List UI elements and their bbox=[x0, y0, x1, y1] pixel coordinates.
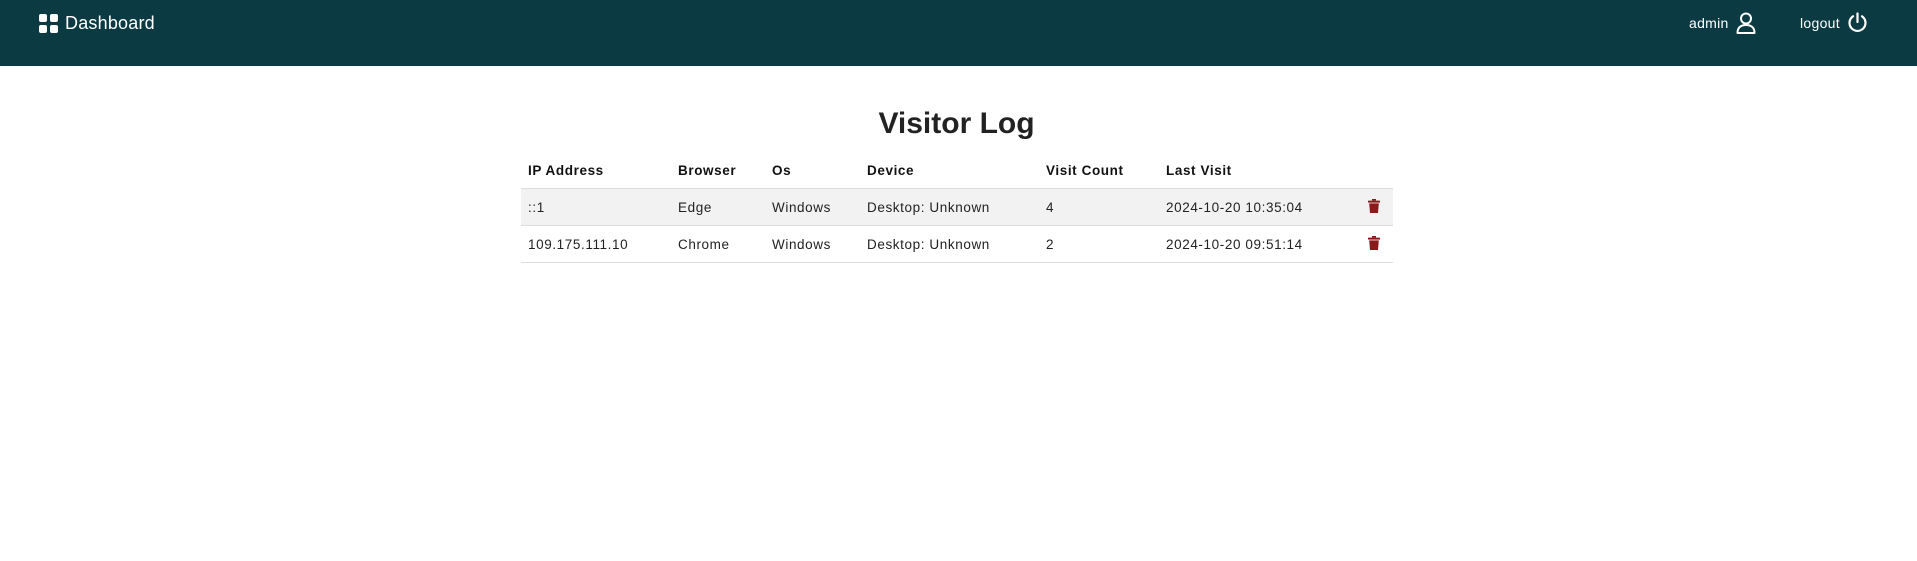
grid-icon bbox=[39, 14, 58, 33]
table-header-row: IP Address Browser Os Device Visit Count… bbox=[521, 153, 1393, 189]
dashboard-label: Dashboard bbox=[65, 13, 155, 33]
visitor-log-table: IP Address Browser Os Device Visit Count… bbox=[521, 153, 1393, 263]
logout-label: logout bbox=[1800, 14, 1840, 31]
user-menu-link[interactable]: admin bbox=[1689, 12, 1756, 34]
cell-ip-address: 109.175.111.10 bbox=[521, 225, 671, 263]
column-header-visit-count: Visit Count bbox=[1039, 153, 1159, 189]
cell-visit-count: 4 bbox=[1039, 188, 1159, 226]
cell-device: Desktop: Unknown bbox=[860, 225, 1039, 263]
cell-last-visit: 2024-10-20 09:51:14 bbox=[1159, 225, 1355, 263]
trash-icon bbox=[1368, 198, 1380, 213]
column-header-actions bbox=[1355, 153, 1393, 189]
username-label: admin bbox=[1689, 15, 1729, 31]
page-title: Visitor Log bbox=[878, 107, 1035, 140]
cell-browser: Edge bbox=[671, 188, 765, 226]
logout-link[interactable]: logout bbox=[1800, 12, 1868, 33]
cell-os: Windows bbox=[765, 188, 860, 226]
column-header-browser: Browser bbox=[671, 153, 765, 189]
cell-last-visit: 2024-10-20 10:35:04 bbox=[1159, 188, 1355, 226]
dashboard-link[interactable]: Dashboard bbox=[39, 13, 155, 34]
column-header-os: Os bbox=[765, 153, 860, 189]
cell-visit-count: 2 bbox=[1039, 225, 1159, 263]
trash-icon bbox=[1368, 235, 1380, 250]
cell-browser: Chrome bbox=[671, 225, 765, 263]
top-navbar: Dashboard admin logout bbox=[0, 0, 1917, 66]
cell-actions bbox=[1355, 225, 1393, 263]
cell-ip-address: ::1 bbox=[521, 188, 671, 226]
column-header-ip-address: IP Address bbox=[521, 153, 671, 189]
column-header-device: Device bbox=[860, 153, 1039, 189]
delete-button[interactable] bbox=[1368, 198, 1380, 216]
table-row: ::1 Edge Windows Desktop: Unknown 4 2024… bbox=[521, 188, 1393, 226]
cell-actions bbox=[1355, 188, 1393, 226]
column-header-last-visit: Last Visit bbox=[1159, 153, 1355, 189]
cell-os: Windows bbox=[765, 225, 860, 263]
power-icon bbox=[1848, 12, 1867, 33]
table-row: 109.175.111.10 Chrome Windows Desktop: U… bbox=[521, 225, 1393, 263]
delete-button[interactable] bbox=[1368, 235, 1380, 253]
cell-device: Desktop: Unknown bbox=[860, 188, 1039, 226]
user-icon bbox=[1736, 12, 1756, 34]
